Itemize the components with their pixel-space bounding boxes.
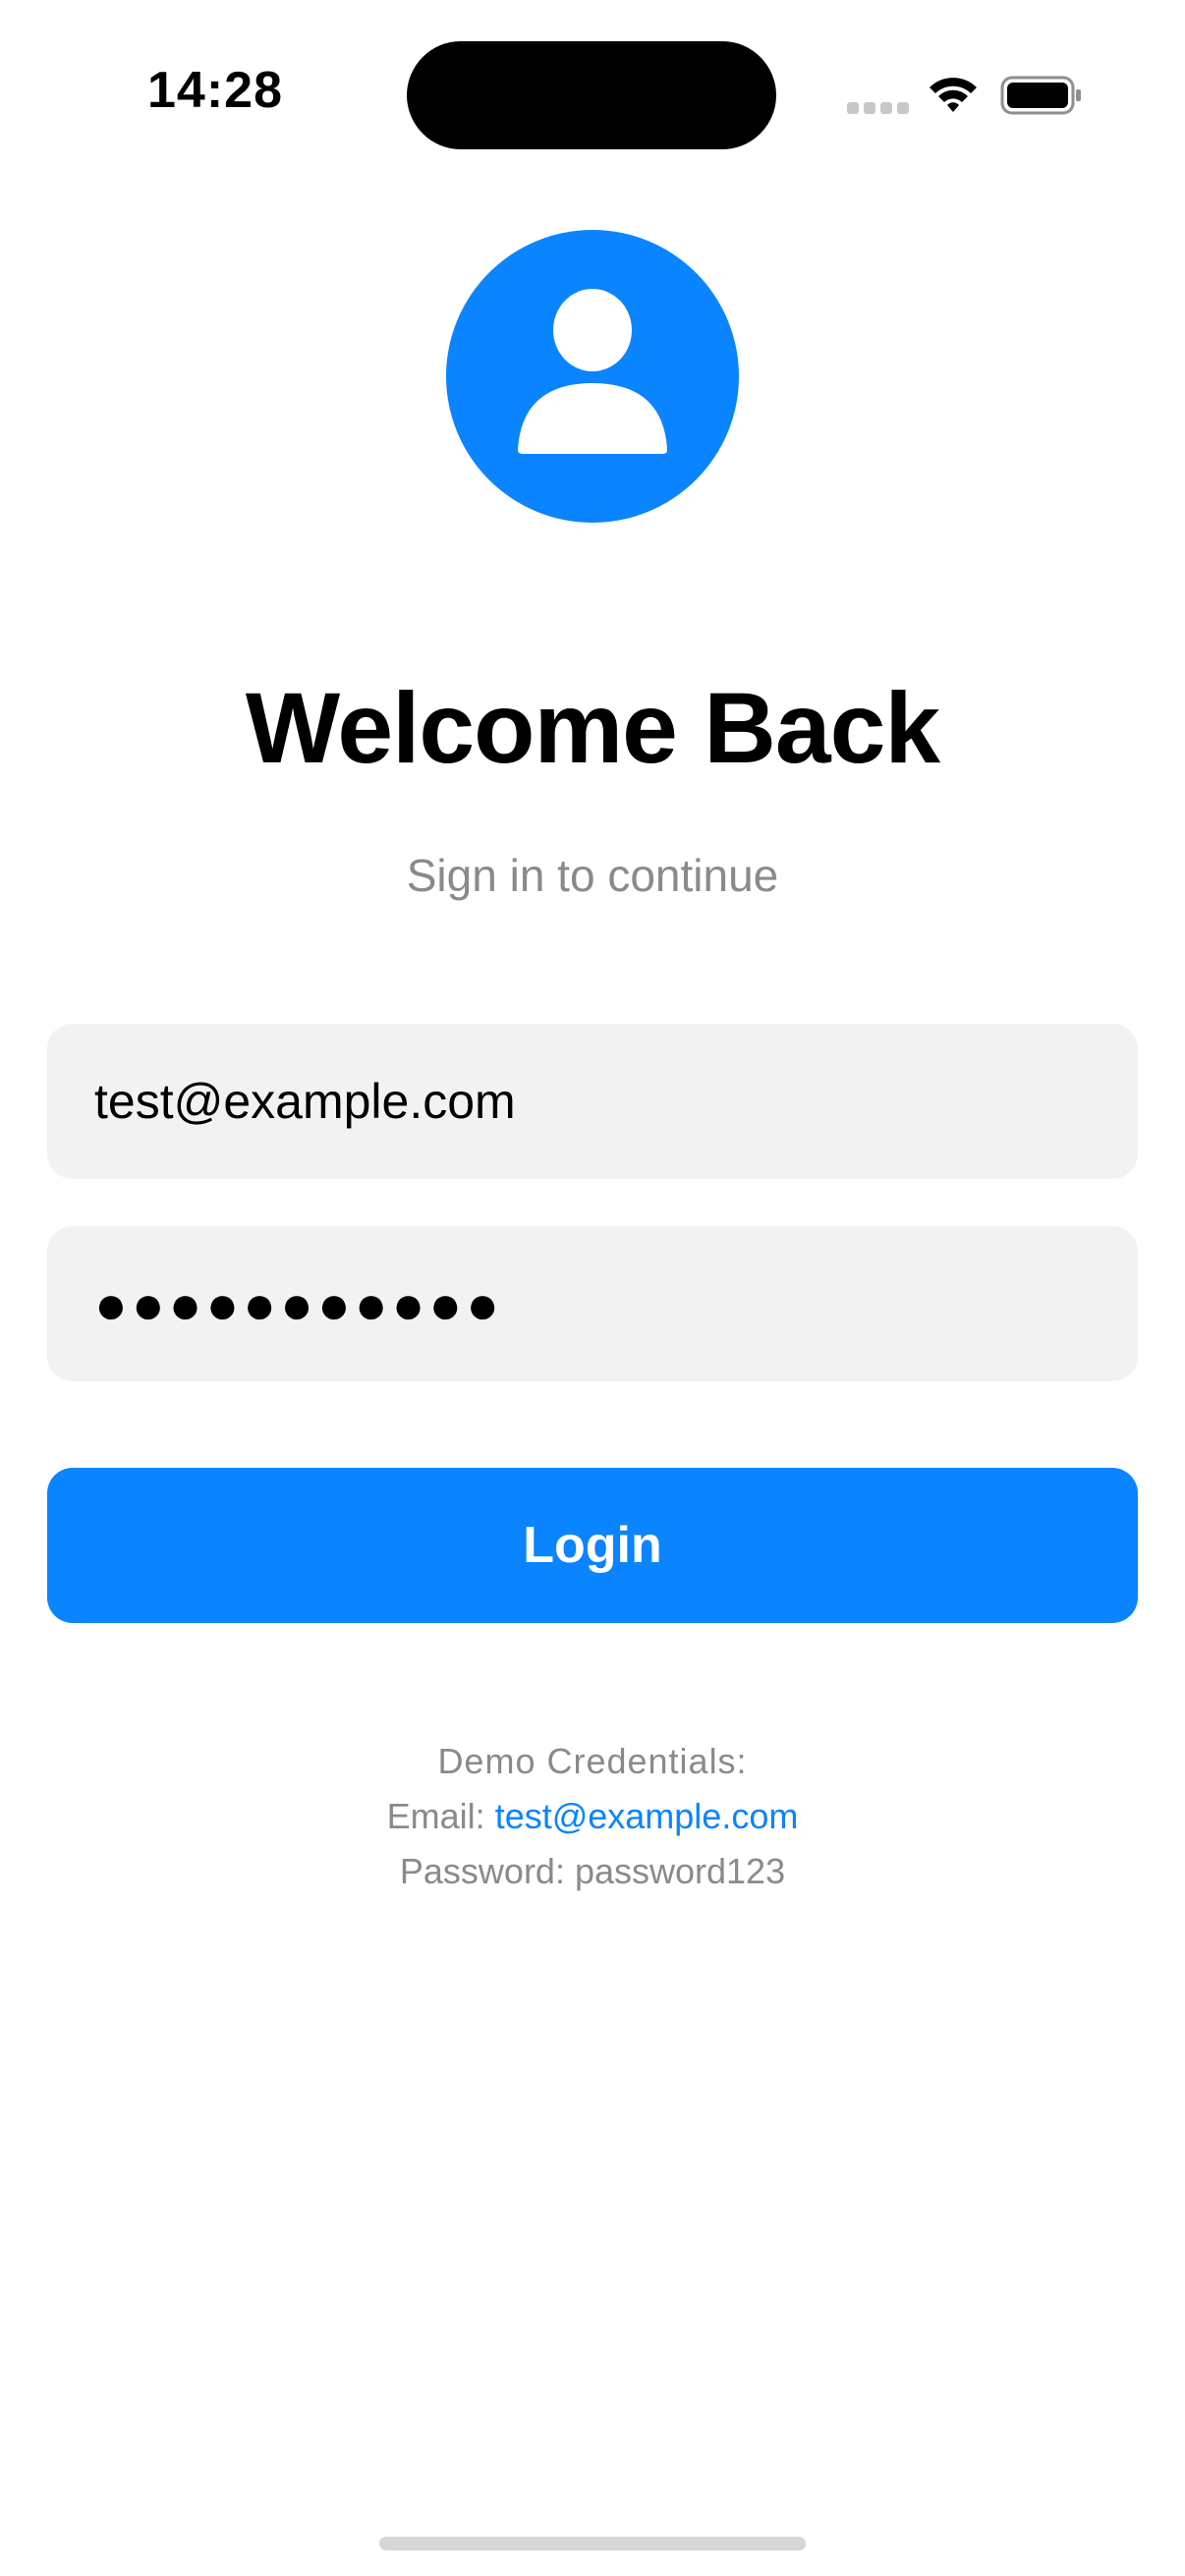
- login-button[interactable]: Login: [47, 1468, 1138, 1623]
- cellular-signal-icon: [847, 102, 910, 116]
- demo-email-label: Email:: [386, 1796, 485, 1836]
- dynamic-island: [407, 41, 776, 149]
- password-field[interactable]: ●●●●●●●●●●●: [47, 1226, 1138, 1381]
- demo-email-line: Email: test@example.com: [0, 1796, 1185, 1837]
- demo-password-line: Password: password123: [399, 1851, 786, 1891]
- page-title: Welcome Back: [245, 672, 940, 784]
- password-masked-value: ●●●●●●●●●●●: [94, 1272, 504, 1335]
- status-bar: 14:28: [0, 0, 1185, 149]
- battery-icon: [1000, 76, 1081, 115]
- wifi-icon: [930, 78, 977, 112]
- person-circle-icon: [446, 230, 739, 523]
- demo-email-link[interactable]: test@example.com: [495, 1796, 799, 1836]
- home-indicator[interactable]: [379, 2537, 806, 2550]
- status-time: 14:28: [147, 62, 283, 119]
- page-subtitle: Sign in to continue: [406, 850, 779, 901]
- demo-credentials-heading: Demo Credentials:: [437, 1741, 748, 1781]
- email-field[interactable]: [47, 1024, 1138, 1179]
